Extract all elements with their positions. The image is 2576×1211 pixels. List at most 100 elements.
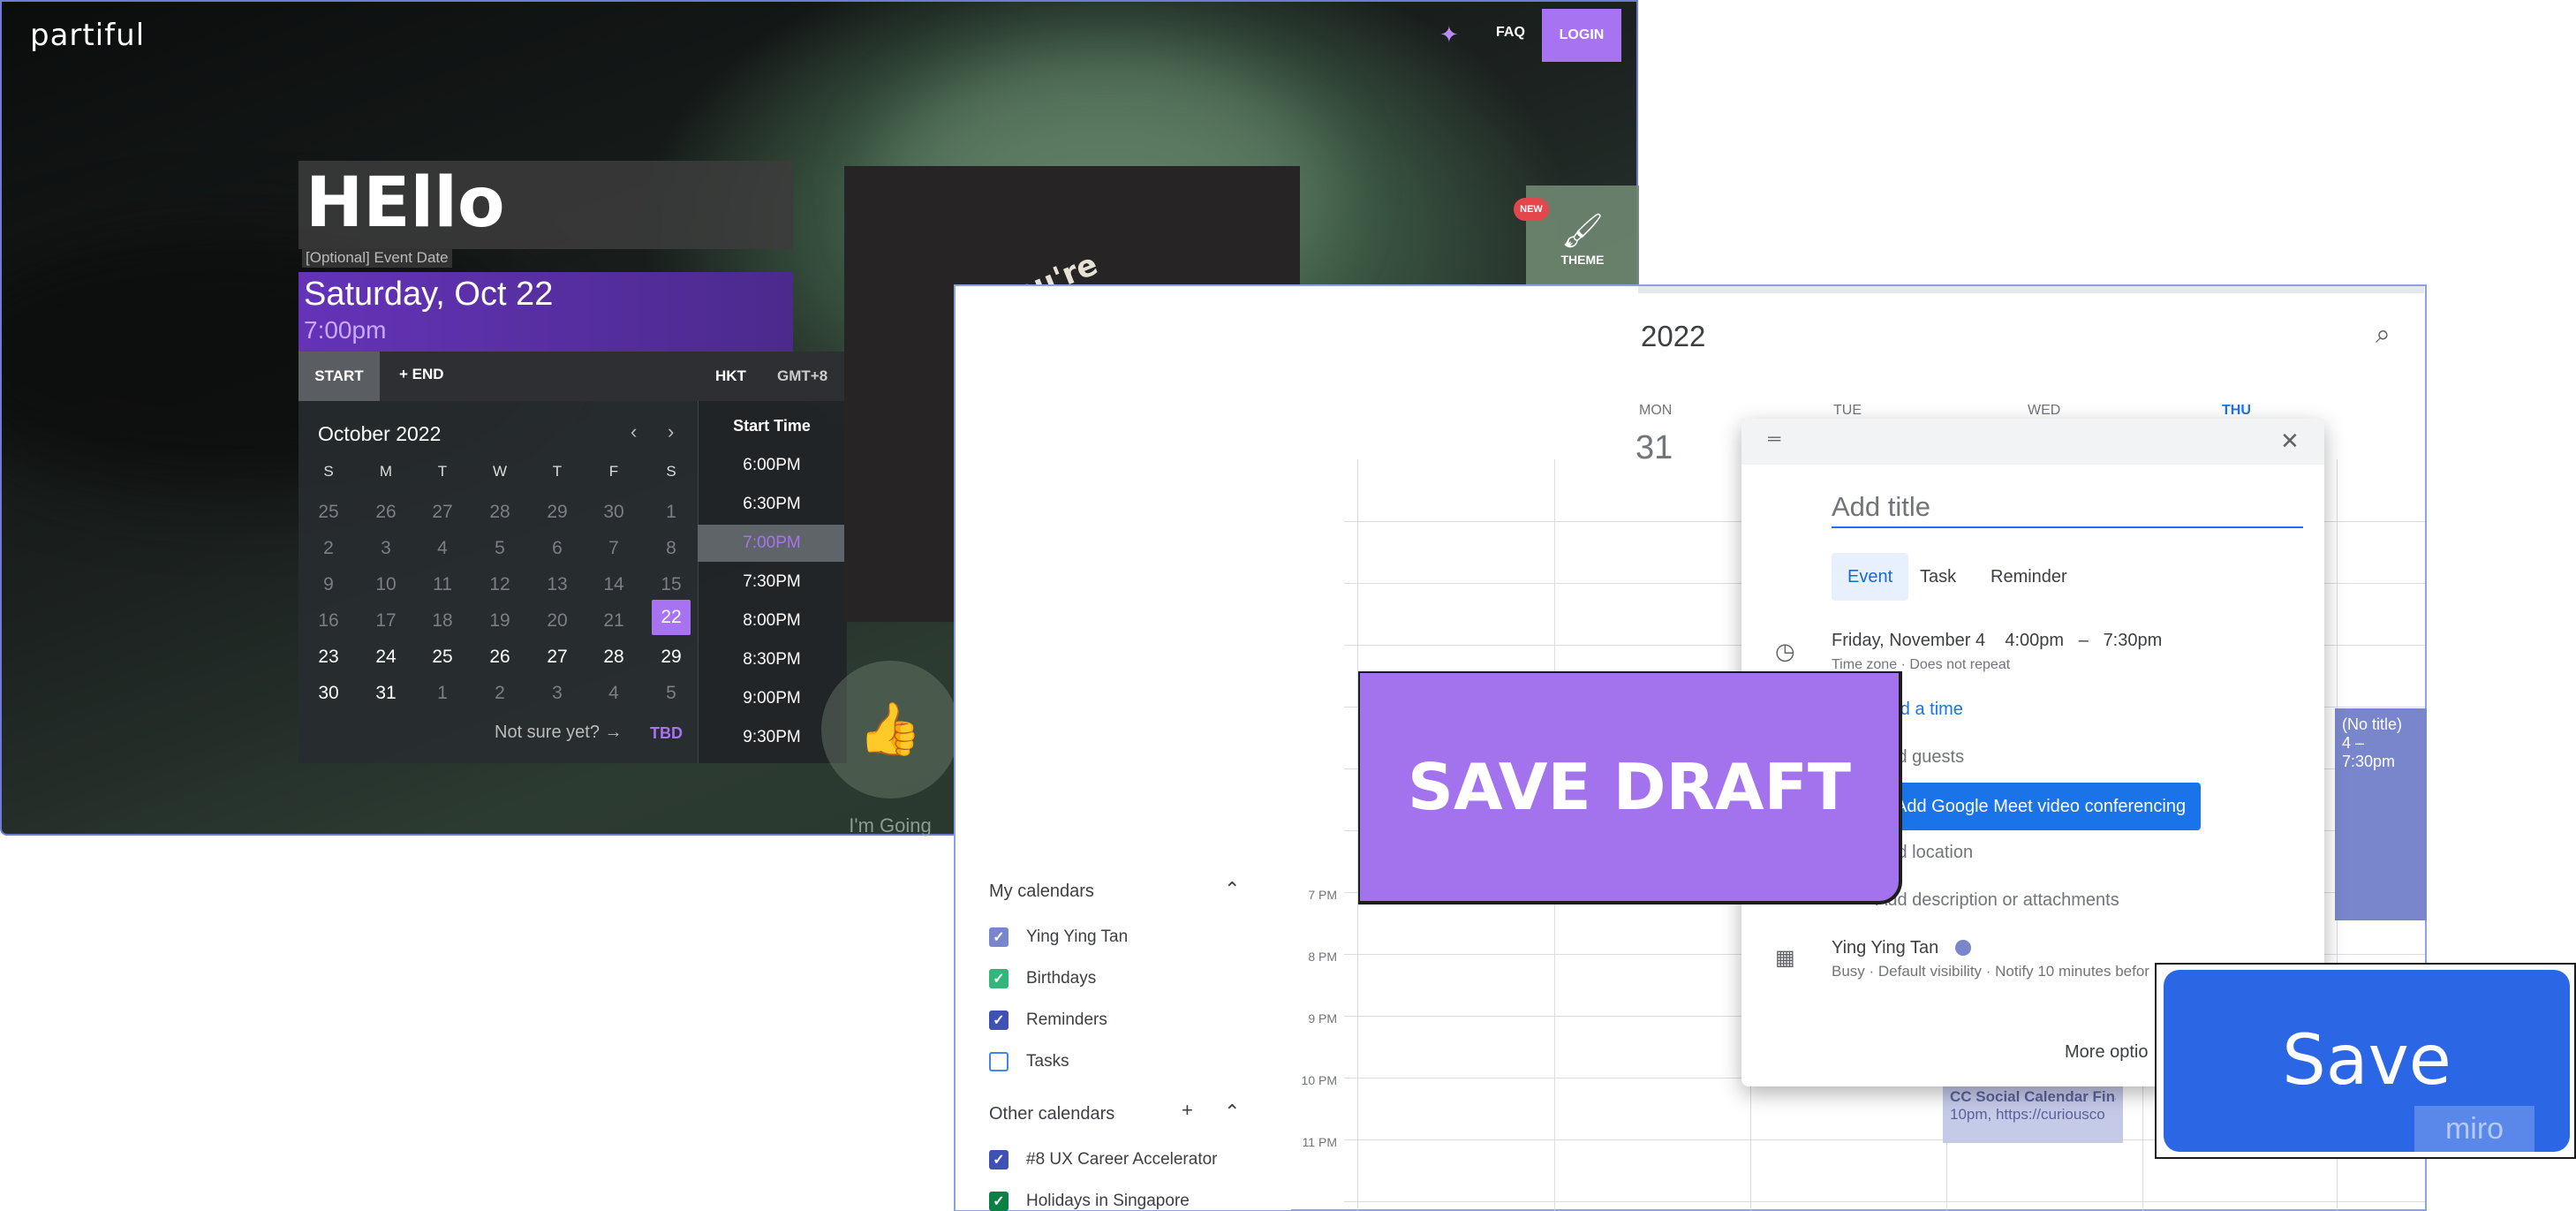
calendar-day[interactable]: 11	[425, 569, 460, 601]
calendar-day[interactable]: 26	[482, 641, 517, 673]
add-description-field[interactable]: Add description or attachments	[1876, 890, 2119, 911]
calendar-date-31[interactable]: 31	[1635, 429, 1673, 467]
google-meet-button[interactable]: Add Google Meet video conferencing	[1877, 783, 2201, 830]
event-date[interactable]: Friday, November 4	[1832, 631, 1985, 650]
calendar-name[interactable]: Birthdays	[1026, 969, 1096, 988]
tab-start[interactable]: START	[298, 352, 380, 401]
calendar-day[interactable]: 8	[653, 533, 689, 564]
calendar-day[interactable]: 10	[368, 569, 404, 601]
time-slot[interactable]: 6:30PM	[698, 486, 846, 523]
calendar-day[interactable]: 1	[425, 677, 460, 709]
other-calendars-heading[interactable]: Other calendars	[989, 1104, 1114, 1124]
not-sure-link[interactable]: Not sure yet? →	[495, 723, 623, 743]
calendar-day[interactable]: 12	[482, 569, 517, 601]
calendar-day[interactable]: 2	[482, 677, 517, 709]
timezone-short[interactable]: HKT	[715, 367, 746, 385]
calendar-day[interactable]: 4	[425, 533, 460, 564]
login-button[interactable]: LOGIN	[1542, 9, 1621, 62]
calendar-day[interactable]: 13	[540, 569, 575, 601]
calendar-day[interactable]: 24	[368, 641, 404, 673]
tab-reminder[interactable]: Reminder	[1991, 553, 2067, 601]
calendar-day[interactable]: 7	[596, 533, 631, 564]
calendar-name[interactable]: Tasks	[1026, 1052, 1069, 1071]
tab-end[interactable]: + END	[399, 366, 444, 383]
calendar-day[interactable]: 22	[652, 600, 691, 635]
event-end-time[interactable]: 7:30pm	[2104, 631, 2163, 650]
time-slot[interactable]: 7:00PM	[698, 525, 846, 562]
chevron-left-icon[interactable]: ‹	[631, 420, 637, 443]
tbd-button[interactable]: TBD	[650, 724, 683, 743]
calendar-day[interactable]: 14	[596, 569, 631, 601]
calendar-day[interactable]: 25	[425, 641, 460, 673]
save-draft-button[interactable]: SAVE DRAFT	[1358, 671, 1902, 904]
event-datetime[interactable]: Friday, November 4 4:00pm – 7:30pm	[1832, 631, 2162, 651]
faq-link[interactable]: FAQ	[1496, 25, 1525, 41]
calendar-owner-details[interactable]: Busy · Default visibility · Notify 10 mi…	[1832, 963, 2149, 980]
calendar-day[interactable]: 27	[540, 641, 575, 673]
side-theme-button[interactable]: 🖌 THEME	[1526, 212, 1639, 267]
my-calendars-heading[interactable]: My calendars	[989, 882, 1094, 902]
calendar-day[interactable]: 25	[311, 496, 346, 528]
calendar-checkbox[interactable]: ✓	[989, 1192, 1008, 1211]
tab-event[interactable]: Event	[1832, 553, 1909, 601]
calendar-day[interactable]: 27	[425, 496, 460, 528]
time-slot[interactable]: 7:30PM	[698, 564, 846, 601]
more-options-button[interactable]: More options	[2065, 1042, 2148, 1063]
partiful-logo[interactable]: partiful	[30, 18, 145, 53]
calendar-day[interactable]: 5	[482, 533, 517, 564]
calendar-checkbox[interactable]: ✓	[989, 927, 1008, 947]
drag-handle-icon[interactable]: ═	[1768, 429, 1780, 450]
calendar-name[interactable]: Holidays in Singapore	[1026, 1192, 1190, 1211]
calendar-event-no-title[interactable]: (No title) 4 – 7:30pm	[2335, 708, 2427, 920]
chevron-right-icon[interactable]: ›	[668, 420, 674, 443]
calendar-day[interactable]: 30	[311, 677, 346, 709]
calendar-day[interactable]: 29	[540, 496, 575, 528]
event-title[interactable]: HEllo	[306, 163, 505, 243]
calendar-event-cc-social[interactable]: CC Social Calendar Fina 10pm, https://cu…	[1943, 1081, 2123, 1143]
tab-task[interactable]: Task	[1920, 553, 1956, 601]
calendar-day[interactable]: 3	[368, 533, 404, 564]
calendar-name[interactable]: Ying Ying Tan	[1026, 927, 1128, 947]
time-slot[interactable]: 6:00PM	[698, 447, 846, 484]
calendar-day[interactable]: 31	[368, 677, 404, 709]
calendar-day[interactable]: 6	[540, 533, 575, 564]
rsvp-going-button[interactable]: 👍	[821, 661, 959, 799]
calendar-day[interactable]: 18	[425, 605, 460, 637]
time-slot[interactable]: 8:30PM	[698, 641, 846, 678]
calendar-day[interactable]: 17	[368, 605, 404, 637]
time-slot[interactable]: 8:00PM	[698, 602, 846, 640]
calendar-name[interactable]: Reminders	[1026, 1010, 1107, 1030]
event-start-time[interactable]: 4:00pm	[2005, 631, 2064, 650]
calendar-day[interactable]: 2	[311, 533, 346, 564]
calendar-checkbox[interactable]: ✓	[989, 1150, 1008, 1169]
magic-wand-icon[interactable]: ✦	[1439, 21, 1466, 48]
calendar-day[interactable]: 5	[653, 677, 689, 709]
calendar-day[interactable]: 1	[653, 496, 689, 528]
calendar-day[interactable]: 28	[596, 641, 631, 673]
calendar-day[interactable]: 9	[311, 569, 346, 601]
chevron-up-icon[interactable]: ⌃	[1224, 1101, 1240, 1124]
calendar-day[interactable]: 20	[540, 605, 575, 637]
calendar-day[interactable]: 19	[482, 605, 517, 637]
calendar-checkbox[interactable]: ✓	[989, 1010, 1008, 1030]
plus-icon[interactable]: +	[1182, 1099, 1193, 1122]
calendar-day[interactable]: 30	[596, 496, 631, 528]
calendar-day[interactable]: 15	[653, 569, 689, 601]
calendar-day[interactable]: 4	[596, 677, 631, 709]
event-title-input[interactable]: Add title	[1832, 491, 2303, 528]
calendar-day[interactable]: 26	[368, 496, 404, 528]
calendar-day[interactable]: 29	[653, 641, 689, 673]
calendar-day[interactable]: 16	[311, 605, 346, 637]
calendar-checkbox[interactable]	[989, 1052, 1008, 1071]
search-icon[interactable]: ⌕	[2376, 320, 2391, 350]
calendar-checkbox[interactable]: ✓	[989, 969, 1008, 988]
close-icon[interactable]: ✕	[2280, 428, 2300, 455]
calendar-day[interactable]: 23	[311, 641, 346, 673]
calendar-owner[interactable]: Ying Ying Tan	[1832, 938, 1938, 958]
calendar-name[interactable]: #8 UX Career Accelerator	[1026, 1150, 1218, 1169]
calendar-day[interactable]: 21	[596, 605, 631, 637]
chevron-up-icon[interactable]: ⌃	[1224, 878, 1240, 901]
calendar-day[interactable]: 3	[540, 677, 575, 709]
timezone-offset[interactable]: GMT+8	[777, 367, 827, 385]
calendar-day[interactable]: 28	[482, 496, 517, 528]
